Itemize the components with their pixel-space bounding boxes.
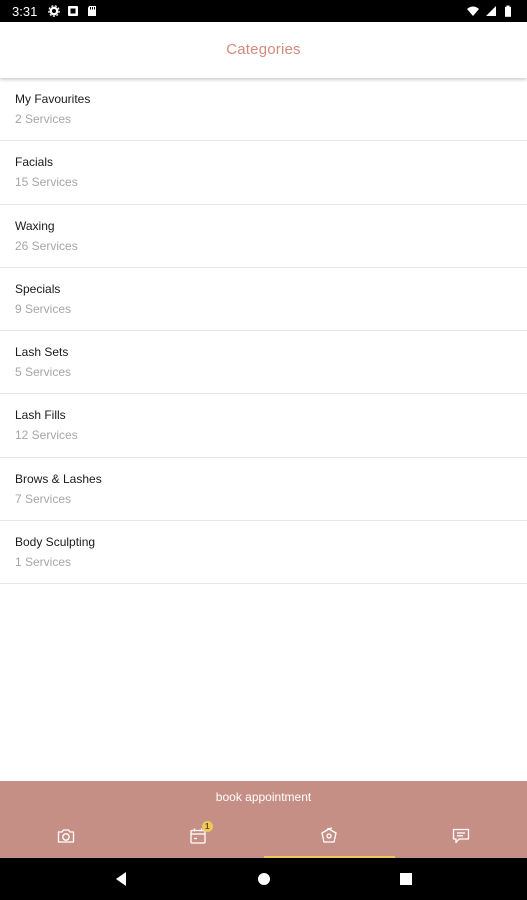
- category-list: My Favourites 2 Services Facials 15 Serv…: [0, 78, 527, 585]
- category-name: Waxing: [15, 218, 55, 233]
- category-row-my-favourites[interactable]: My Favourites 2 Services: [0, 78, 527, 142]
- appointments-badge: 1: [201, 821, 213, 832]
- category-name: Lash Sets: [15, 345, 69, 360]
- category-count: 12 Services: [15, 428, 78, 443]
- recents-button[interactable]: [376, 858, 436, 900]
- wifi-icon: [467, 6, 479, 16]
- battery-icon: [505, 5, 511, 17]
- category-row-lash-fills[interactable]: Lash Fills 12 Services: [0, 394, 527, 458]
- category-count: 7 Services: [15, 491, 72, 506]
- category-name: Brows & Lashes: [15, 471, 102, 486]
- tab-appointments[interactable]: 1: [132, 814, 264, 858]
- camera-icon: [57, 829, 75, 843]
- tab-messages[interactable]: [395, 814, 527, 858]
- book-appointment-button[interactable]: book appointment: [0, 781, 527, 814]
- category-row-specials[interactable]: Specials 9 Services: [0, 268, 527, 332]
- category-row-facials[interactable]: Facials 15 Services: [0, 141, 527, 205]
- recents-icon: [400, 873, 412, 885]
- category-row-lash-sets[interactable]: Lash Sets 5 Services: [0, 331, 527, 395]
- bottom-bar: book appointment 1: [0, 781, 527, 858]
- signal-icon: [486, 6, 496, 16]
- category-count: 5 Services: [15, 365, 72, 380]
- category-name: My Favourites: [15, 92, 91, 106]
- status-time: 3:31: [12, 4, 38, 19]
- services-tag-icon: [321, 827, 338, 843]
- page-title: Categories: [226, 41, 301, 58]
- category-count: 2 Services: [15, 112, 72, 126]
- home-icon: [258, 873, 270, 885]
- sd-card-icon: [88, 6, 96, 16]
- app-bar: Categories: [0, 22, 527, 78]
- category-count: 9 Services: [15, 301, 72, 316]
- category-count: 26 Services: [15, 238, 78, 253]
- category-row-waxing[interactable]: Waxing 26 Services: [0, 205, 527, 268]
- tab-gallery[interactable]: [0, 814, 132, 858]
- settings-icon: [48, 5, 60, 17]
- category-row-body-sculpting[interactable]: Body Sculpting 1 Services: [0, 521, 527, 585]
- tab-services[interactable]: [263, 814, 396, 858]
- system-nav-bar: [0, 858, 527, 900]
- home-button[interactable]: [234, 858, 294, 900]
- back-icon: [116, 872, 126, 886]
- status-bar: 3:31: [0, 0, 527, 22]
- category-name: Body Sculpting: [15, 535, 96, 550]
- category-count: 15 Services: [15, 175, 78, 190]
- back-button[interactable]: [91, 858, 151, 900]
- chat-icon: [452, 828, 470, 844]
- status-left-icons: [48, 5, 98, 17]
- category-name: Lash Fills: [15, 408, 66, 423]
- category-row-brows-lashes[interactable]: Brows & Lashes 7 Services: [0, 458, 527, 522]
- bottom-nav: 1: [0, 814, 527, 858]
- category-name: Specials: [15, 281, 61, 296]
- category-count: 1 Services: [15, 555, 72, 570]
- media-icon: [68, 6, 78, 16]
- status-right-icons: [467, 5, 515, 17]
- category-name: Facials: [15, 155, 54, 170]
